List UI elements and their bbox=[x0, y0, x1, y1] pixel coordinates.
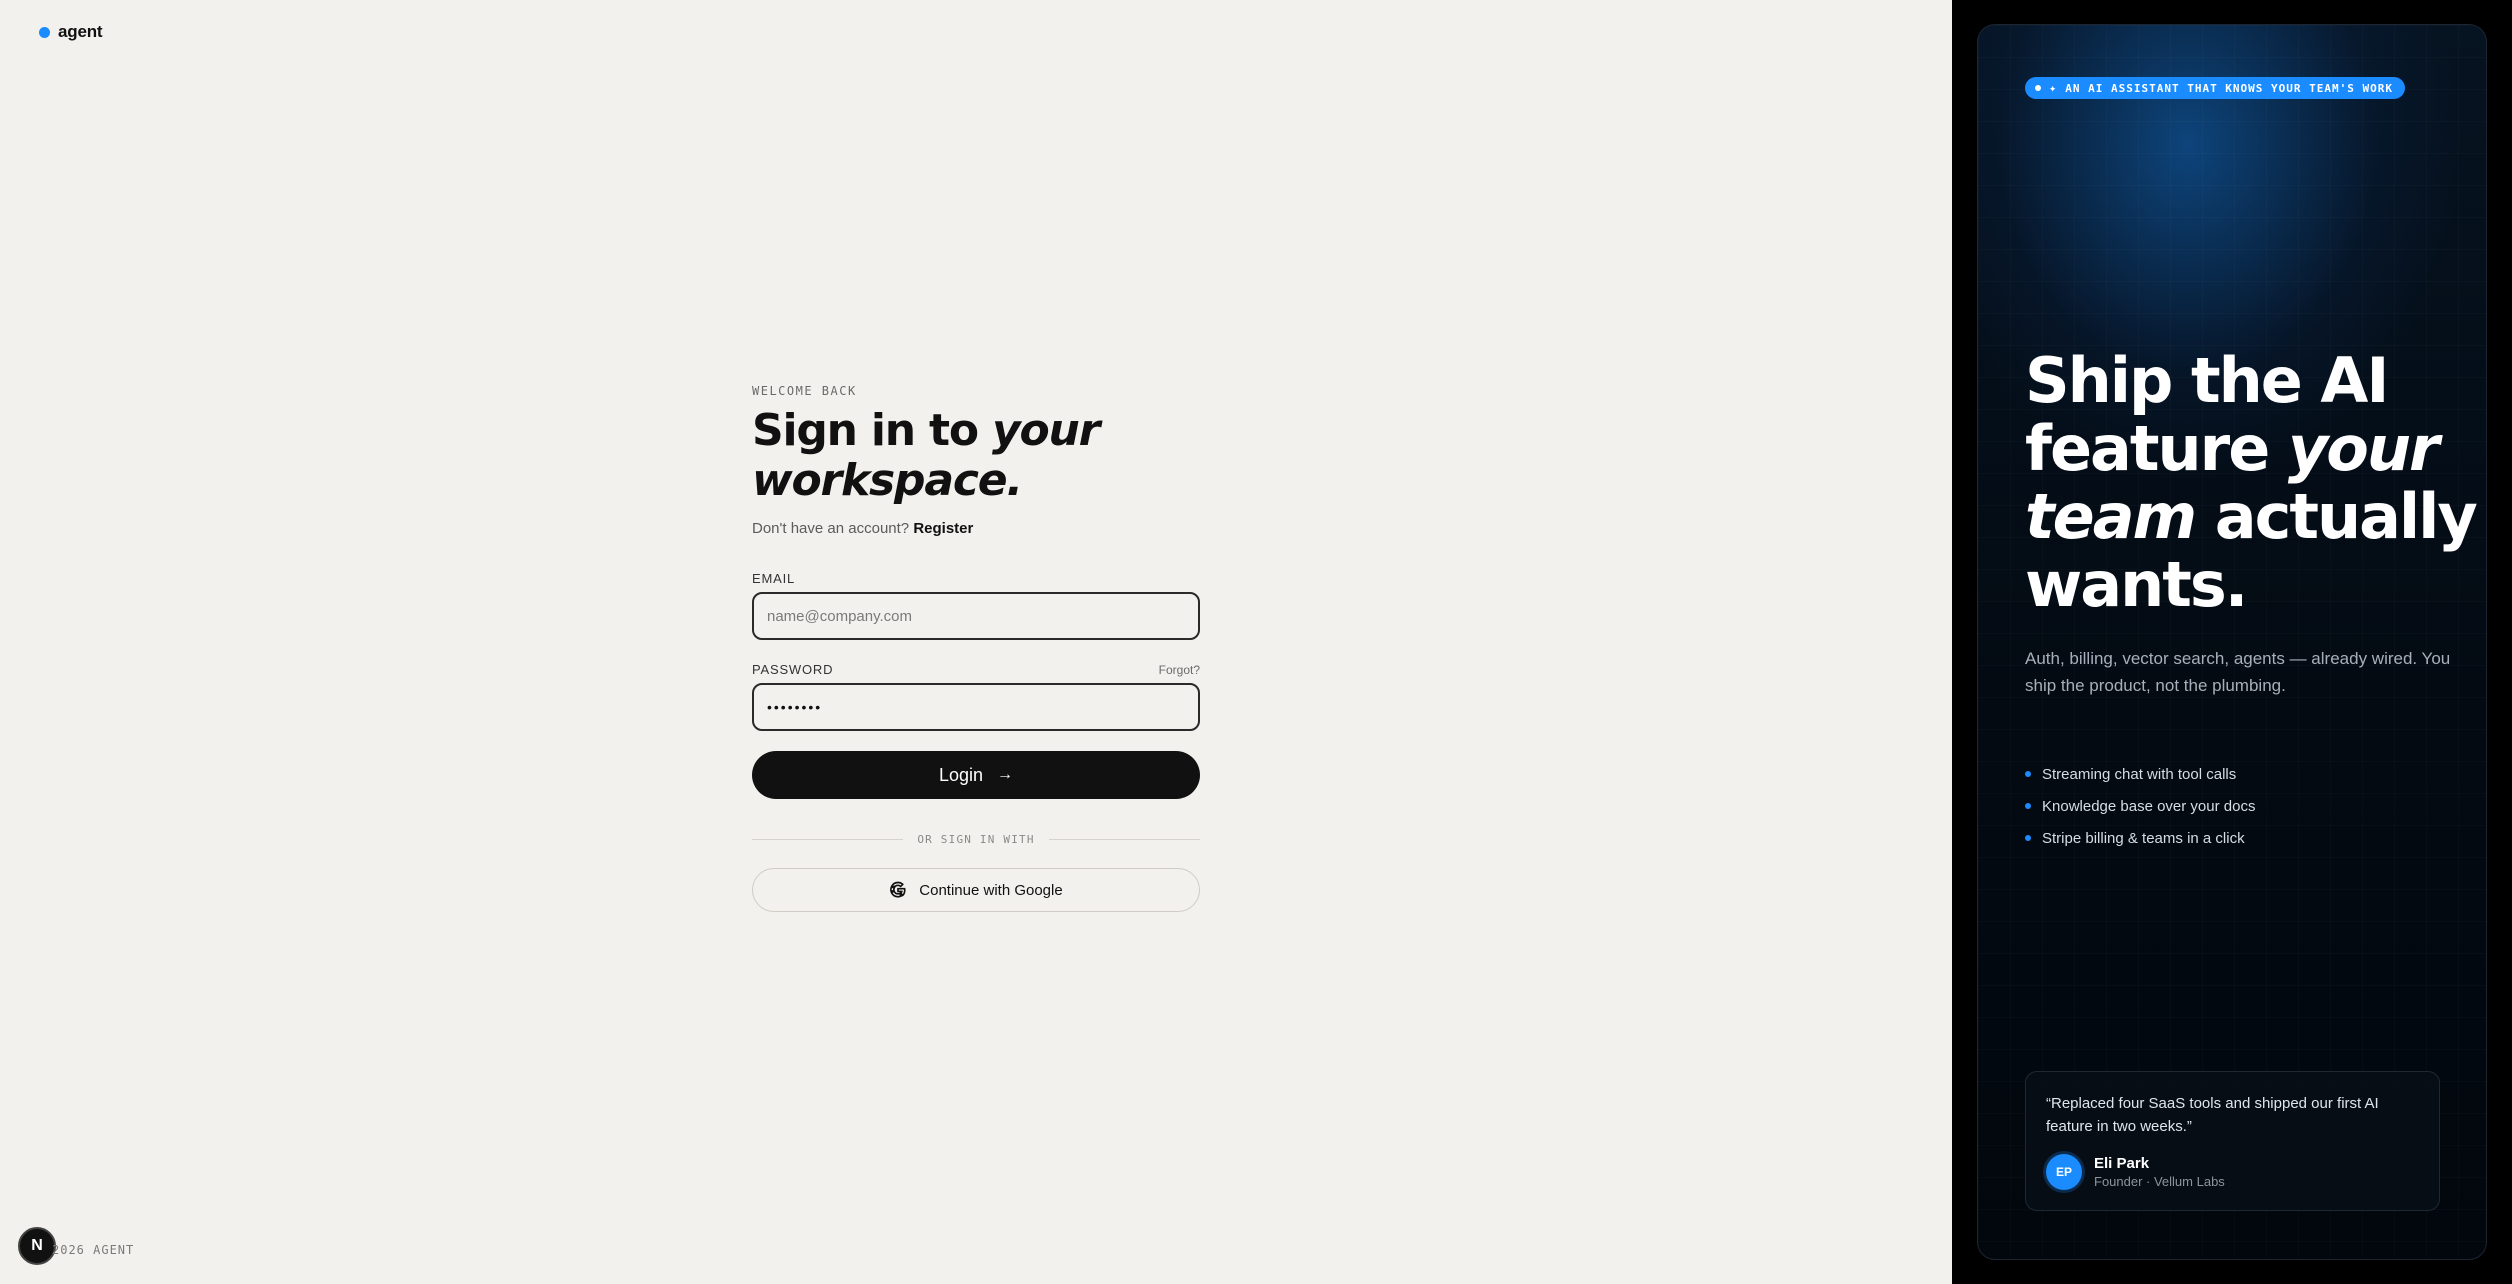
copyright-text: 2026 AGENT bbox=[52, 1243, 135, 1257]
brand-name: agent bbox=[58, 22, 103, 41]
sparkle-icon: ✦ bbox=[2049, 81, 2058, 95]
login-pane: agent WELCOME BACK Sign in to your works… bbox=[0, 0, 1952, 1284]
list-item: Knowledge base over your docs bbox=[2025, 790, 2255, 822]
feature-list: Streaming chat with tool calls Knowledge… bbox=[2025, 758, 2255, 854]
email-field[interactable] bbox=[752, 592, 1200, 640]
eyebrow-label: WELCOME BACK bbox=[752, 384, 857, 398]
list-item: Streaming chat with tool calls bbox=[2025, 758, 2255, 790]
google-button-label: Continue with Google bbox=[919, 881, 1063, 899]
email-group: EMAIL bbox=[752, 571, 1200, 640]
password-label: PASSWORD bbox=[752, 662, 834, 677]
google-icon bbox=[890, 881, 906, 898]
bullet-dot-icon bbox=[2025, 771, 2031, 777]
login-button-label: Login bbox=[938, 764, 984, 785]
password-group: PASSWORD Forgot? bbox=[752, 662, 1200, 731]
login-form: WELCOME BACK Sign in to your workspace. … bbox=[752, 384, 1200, 912]
avatar: EP bbox=[2046, 1154, 2082, 1190]
promo-headline: Ship the AI feature your team actually w… bbox=[2025, 344, 2478, 621]
google-signin-button[interactable]: Continue with Google bbox=[752, 868, 1200, 912]
testimonial-card: “Replaced four SaaS tools and shipped ou… bbox=[2025, 1071, 2440, 1211]
divider: OR SIGN IN WITH bbox=[752, 833, 1200, 846]
promo-card: ✦ AN AI ASSISTANT THAT KNOWS YOUR TEAM'S… bbox=[1977, 24, 2487, 1260]
arrow-right-icon: → bbox=[997, 766, 1014, 783]
testimonial-author: EP Eli Park Founder · Vellum Labs bbox=[2046, 1154, 2419, 1190]
page-title: Sign in to your workspace. bbox=[752, 405, 1100, 506]
bullet-dot-icon bbox=[2025, 803, 2031, 809]
bullet-dot-icon bbox=[2025, 835, 2031, 841]
brand-logo[interactable]: agent bbox=[39, 22, 103, 42]
testimonial-quote: “Replaced four SaaS tools and shipped ou… bbox=[2046, 1095, 2379, 1135]
author-role: Founder · Vellum Labs bbox=[2094, 1174, 2225, 1189]
divider-text: OR SIGN IN WITH bbox=[917, 833, 1035, 846]
register-prompt: Don't have an account? Register bbox=[752, 520, 974, 537]
list-item: Stripe billing & teams in a click bbox=[2025, 822, 2255, 854]
password-field[interactable] bbox=[752, 683, 1200, 731]
pill-text: AN AI ASSISTANT THAT KNOWS YOUR TEAM'S W… bbox=[2065, 81, 2394, 95]
promo-subtext: Auth, billing, vector search, agents — a… bbox=[2025, 649, 2451, 695]
brand-dot-icon bbox=[39, 26, 50, 38]
login-button[interactable]: Login → bbox=[752, 751, 1200, 799]
pill-dot-icon bbox=[2035, 85, 2041, 91]
next-badge-icon[interactable]: N bbox=[18, 1227, 56, 1265]
forgot-password-link[interactable]: Forgot? bbox=[1159, 663, 1200, 677]
register-link[interactable]: Register bbox=[913, 520, 973, 537]
promo-pill: ✦ AN AI ASSISTANT THAT KNOWS YOUR TEAM'S… bbox=[2025, 77, 2406, 99]
email-label: EMAIL bbox=[752, 571, 796, 586]
author-name: Eli Park bbox=[2094, 1155, 2150, 1172]
